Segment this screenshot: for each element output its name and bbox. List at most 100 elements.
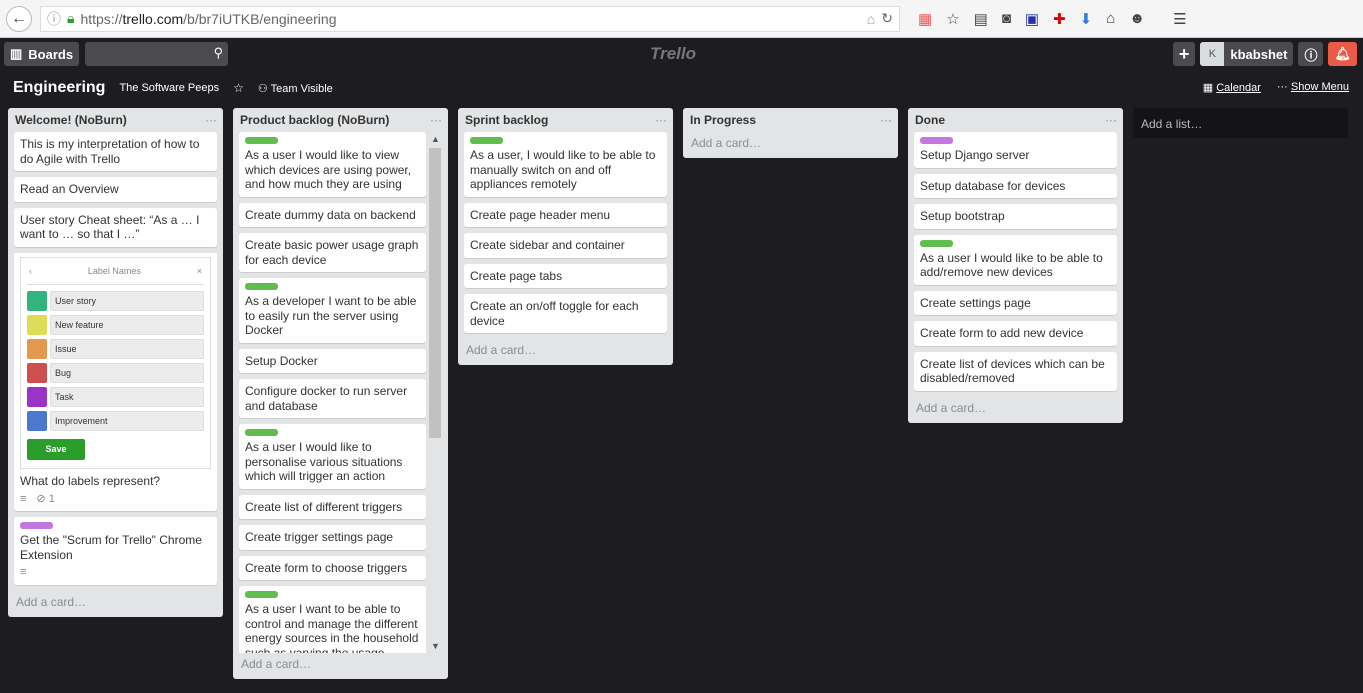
- home-icon[interactable]: ⌂: [1106, 10, 1115, 27]
- list-header[interactable]: Done ···: [914, 108, 1117, 132]
- label-swatch: [27, 411, 47, 431]
- card[interactable]: This is my interpretation of how to do A…: [14, 132, 217, 171]
- menu-icon[interactable]: ☰: [1173, 10, 1186, 28]
- trello-header: ▥ Boards ⚲ Trello + Kkbabshet ⓘ 🔔︎: [0, 38, 1363, 70]
- star-bookmark-icon[interactable]: ☆: [946, 10, 959, 28]
- list-menu-icon[interactable]: ···: [430, 113, 442, 127]
- card-title: Create form to add new device: [920, 326, 1084, 340]
- user-menu[interactable]: Kkbabshet: [1200, 42, 1294, 66]
- label-name: Issue: [50, 339, 204, 359]
- save-icon[interactable]: ▣: [1025, 10, 1039, 28]
- card[interactable]: ‹ Label Names × User story New feature Issue B…: [14, 252, 217, 511]
- card[interactable]: Create form to choose triggers: [239, 555, 426, 580]
- card-label-green: [470, 137, 503, 144]
- add-card-button[interactable]: Add a card…: [14, 591, 217, 611]
- add-button[interactable]: +: [1172, 42, 1196, 66]
- list-header[interactable]: In Progress ···: [689, 108, 892, 132]
- label-row: New feature: [27, 315, 204, 335]
- card[interactable]: Get the "Scrum for Trello" Chrome Extens…: [14, 517, 217, 585]
- card[interactable]: Create list of devices which can be disa…: [914, 351, 1117, 391]
- card[interactable]: Setup Docker: [239, 348, 426, 373]
- add-card-button[interactable]: Add a card…: [689, 132, 892, 152]
- boards-button[interactable]: ▥ Boards: [4, 42, 80, 66]
- card[interactable]: As a user, I would like to be able to ma…: [464, 132, 667, 197]
- card[interactable]: As a user I would like to view which dev…: [239, 132, 426, 197]
- list-menu-icon[interactable]: ···: [655, 113, 667, 127]
- reading-list-icon[interactable]: ▤: [974, 10, 988, 28]
- card[interactable]: User story Cheat sheet: “As a … I want t…: [14, 207, 217, 247]
- home-page-icon[interactable]: ⌂: [867, 11, 875, 27]
- label-swatch: [27, 387, 47, 407]
- info-button[interactable]: ⓘ: [1298, 42, 1324, 66]
- add-list-button[interactable]: Add a list…: [1133, 108, 1348, 138]
- list-menu-icon[interactable]: ···: [205, 113, 217, 127]
- list-title[interactable]: Done: [915, 113, 945, 127]
- extension-icon[interactable]: ▦: [918, 10, 932, 28]
- search-input[interactable]: ⚲: [85, 42, 229, 66]
- list-title[interactable]: Sprint backlog: [465, 113, 548, 127]
- download-icon[interactable]: ⬇: [1080, 10, 1093, 28]
- chat-icon[interactable]: ☻: [1129, 10, 1145, 27]
- card[interactable]: Setup Django server: [914, 132, 1117, 168]
- star-icon[interactable]: ☆: [233, 81, 244, 95]
- card[interactable]: As a developer I want to be able to easi…: [239, 278, 426, 343]
- card-title: Setup Django server: [920, 148, 1030, 162]
- card[interactable]: Create settings page: [914, 290, 1117, 315]
- pocket-icon[interactable]: ◙: [1002, 10, 1011, 27]
- card[interactable]: Create list of different triggers: [239, 494, 426, 519]
- info-icon[interactable]: ⓘ: [47, 9, 61, 29]
- list-title[interactable]: Product backlog (NoBurn): [240, 113, 389, 127]
- trello-logo[interactable]: Trello: [650, 44, 696, 64]
- list-menu-icon[interactable]: ···: [880, 113, 892, 127]
- firstaid-icon[interactable]: ✚: [1053, 10, 1066, 28]
- card[interactable]: Create basic power usage graph for each …: [239, 233, 426, 272]
- scroll-down-icon[interactable]: ▼: [431, 641, 440, 651]
- reload-icon[interactable]: ↻: [881, 10, 893, 27]
- calendar-link[interactable]: ▦ Calendar: [1203, 81, 1261, 94]
- notifications-bell-icon[interactable]: 🔔︎: [1328, 42, 1357, 66]
- card-title: As a user I would like to personalise va…: [245, 440, 403, 483]
- list-menu-icon[interactable]: ···: [1105, 113, 1117, 127]
- card[interactable]: Create trigger settings page: [239, 525, 426, 550]
- list-title[interactable]: Welcome! (NoBurn): [15, 113, 127, 127]
- card[interactable]: Read an Overview: [14, 177, 217, 202]
- list-title[interactable]: In Progress: [690, 113, 756, 127]
- card[interactable]: Setup database for devices: [914, 173, 1117, 198]
- scrollbar[interactable]: ▲ ▼: [428, 132, 442, 653]
- card[interactable]: As a user I would like to personalise va…: [239, 424, 426, 489]
- visibility[interactable]: ⚇ Team Visible: [258, 82, 333, 95]
- add-card-button[interactable]: Add a card…: [464, 339, 667, 359]
- label-swatch: [27, 315, 47, 335]
- card-title: Create basic power usage graph for each …: [245, 238, 419, 267]
- card-title: User story Cheat sheet: “As a … I want t…: [20, 212, 200, 242]
- scrollbar-thumb[interactable]: [429, 148, 441, 438]
- card[interactable]: Configure docker to run server and datab…: [239, 379, 426, 418]
- card[interactable]: Create form to add new device: [914, 321, 1117, 346]
- card-title: As a developer I want to be able to easi…: [245, 294, 417, 337]
- list-header[interactable]: Sprint backlog ···: [464, 108, 667, 132]
- card[interactable]: As a user I would like to be able to add…: [914, 234, 1117, 285]
- add-card-button[interactable]: Add a card…: [914, 397, 1117, 417]
- team-name[interactable]: The Software Peeps: [119, 82, 219, 94]
- list: Done ··· Setup Django server Setup database…: [908, 108, 1123, 423]
- card[interactable]: Create an on/off toggle for each device: [464, 294, 667, 333]
- card[interactable]: Create page tabs: [464, 263, 667, 288]
- card-label-purple: [920, 137, 953, 144]
- add-card-button[interactable]: Add a card…: [239, 653, 442, 673]
- card[interactable]: Create sidebar and container: [464, 233, 667, 258]
- back-button[interactable]: ←: [6, 5, 32, 32]
- show-menu-link[interactable]: ··· Show Menu: [1277, 81, 1349, 94]
- scroll-up-icon[interactable]: ▲: [431, 134, 440, 144]
- card[interactable]: Create page header menu: [464, 202, 667, 227]
- card-title: Create dummy data on backend: [245, 207, 416, 222]
- list-header[interactable]: Product backlog (NoBurn) ···: [239, 108, 442, 132]
- label-row: User story: [27, 291, 204, 311]
- card[interactable]: As a user I want to be able to control a…: [239, 586, 426, 653]
- card[interactable]: Setup bootstrap: [914, 204, 1117, 229]
- board-header: Engineering The Software Peeps ☆ ⚇ Team …: [0, 70, 1363, 106]
- board-title[interactable]: Engineering: [13, 79, 105, 97]
- label-row: Task: [27, 387, 204, 407]
- card[interactable]: Create dummy data on backend: [239, 202, 426, 227]
- address-bar[interactable]: ⓘ 🔒︎ https://trello.com/b/br7iUTKB/engin…: [40, 5, 900, 32]
- list-header[interactable]: Welcome! (NoBurn) ···: [14, 108, 217, 132]
